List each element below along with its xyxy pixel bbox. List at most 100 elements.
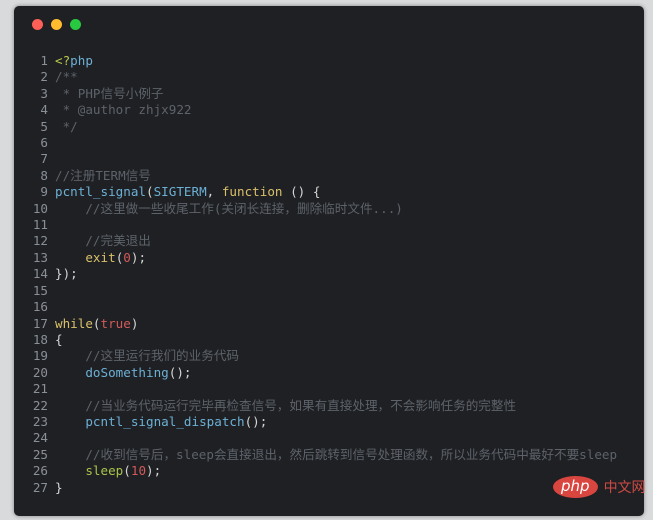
- code-line: 14});​: [28, 266, 617, 282]
- line-number: 12: [32, 233, 48, 249]
- code-token: ): [130, 315, 139, 331]
- line-number: 5: [40, 118, 48, 134]
- window-controls: [32, 19, 81, 30]
- line-number: 2: [40, 69, 48, 85]
- code-token: */: [55, 118, 78, 134]
- line-number: 11: [32, 217, 48, 233]
- code-line: 22 //当业务代码运行完毕再检查信号，如果有直接处理，不会影响任务的完整性​: [28, 398, 617, 414]
- code-line: 16​: [28, 299, 617, 315]
- code-line: 26 sleep(10);​: [28, 463, 617, 479]
- code-token: //当业务代码运行完毕再检查信号，如果有直接处理，不会影响任务的完整性: [55, 397, 517, 413]
- line-number: 3: [40, 85, 48, 101]
- line-number: 1: [40, 53, 48, 68]
- code-token: * @author zhjx922: [55, 102, 192, 118]
- code-token: exit: [85, 249, 116, 265]
- line-number: 8: [40, 167, 48, 183]
- code-line: 10 //这里做一些收尾工作(关闭长连接，删除临时文件...)​: [28, 201, 617, 217]
- code-line: 12 //完美退出​: [28, 233, 617, 249]
- code-token: ();: [168, 364, 192, 380]
- line-number: 17: [32, 315, 48, 331]
- line-number: 18: [32, 331, 48, 347]
- code-window: 1<?php​2/**​3 * PHP信号小例子​4 * @author zhj…: [14, 6, 644, 516]
- line-number: 6: [40, 135, 48, 151]
- code-token: //注册TERM信号: [55, 167, 151, 183]
- code-token: ();: [244, 413, 268, 429]
- code-line: 25 //收到信号后，sleep会直接退出，然后跳转到信号处理函数，所以业务代码…: [28, 447, 617, 463]
- line-number: 13: [32, 249, 48, 265]
- code-token: true: [100, 315, 131, 331]
- close-dot-icon[interactable]: [32, 19, 43, 30]
- line-number: 7: [40, 151, 48, 167]
- line-number: 14: [32, 266, 48, 282]
- code-token: php: [70, 53, 93, 68]
- code-token: <?: [55, 53, 71, 68]
- code-token: 0: [123, 249, 131, 265]
- code-line: 20 doSomething();​: [28, 365, 617, 381]
- code-token: 10: [130, 463, 147, 479]
- line-number: 27: [32, 479, 48, 495]
- code-token: //完美退出: [55, 233, 151, 249]
- line-number: 24: [32, 430, 48, 446]
- code-token: (: [92, 315, 101, 331]
- code-line: 5 */​: [28, 119, 617, 135]
- code-line: 6​: [28, 135, 617, 151]
- code-block: 1<?php​2/**​3 * PHP信号小例子​4 * @author zhj…: [28, 53, 617, 496]
- line-number: 16: [32, 299, 48, 315]
- code-token: doSomething: [85, 364, 169, 380]
- code-line: 18{​: [28, 332, 617, 348]
- line-number: 4: [40, 102, 48, 118]
- code-token: //收到信号后，sleep会直接退出，然后跳转到信号处理函数，所以业务代码中最好…: [55, 446, 618, 462]
- code-token: * PHP信号小例子: [55, 85, 164, 101]
- code-line: 4 * @author zhjx922​: [28, 102, 617, 118]
- line-number: 26: [32, 463, 48, 479]
- line-number: 20: [32, 364, 48, 380]
- code-token: () {: [282, 184, 321, 200]
- code-token: while: [55, 315, 93, 331]
- code-line: 24​: [28, 430, 617, 446]
- code-token: function: [221, 184, 283, 200]
- code-token: //这里运行我们的业务代码: [55, 348, 240, 364]
- code-line: 13 exit(0);​: [28, 250, 617, 266]
- code-token: /**: [55, 69, 78, 85]
- code-token: sleep: [85, 463, 124, 479]
- code-line: 9pcntl_signal(SIGTERM, function () {​: [28, 184, 617, 200]
- line-number: 10: [32, 200, 48, 216]
- line-number: 23: [32, 413, 48, 429]
- line-number: 25: [32, 446, 48, 462]
- code-token: );: [130, 249, 147, 265]
- code-token: {: [55, 331, 63, 347]
- code-line: 15​: [28, 283, 617, 299]
- maximize-dot-icon[interactable]: [70, 19, 81, 30]
- code-token: });: [55, 266, 78, 282]
- line-number: 22: [32, 397, 48, 413]
- code-line: 7​: [28, 151, 617, 167]
- line-number: 19: [32, 348, 48, 364]
- line-number: 21: [32, 381, 48, 397]
- code-line: 8//注册TERM信号​: [28, 168, 617, 184]
- code-line: 2/**​: [28, 69, 617, 85]
- code-line: 21​: [28, 381, 617, 397]
- code-line: 23 pcntl_signal_dispatch();​: [28, 414, 617, 430]
- code-line: 17while(true)​: [28, 316, 617, 332]
- line-number: 9: [40, 184, 48, 200]
- watermark: php 中文网: [553, 476, 646, 498]
- code-token: //这里做一些收尾工作(关闭长连接，删除临时文件...): [55, 200, 403, 216]
- code-token: pcntl_signal_dispatch: [85, 413, 245, 429]
- watermark-text: 中文网: [603, 480, 646, 496]
- code-token: SIGTERM: [153, 184, 207, 200]
- code-line: 1<?php​: [28, 53, 617, 69]
- code-token: ,: [206, 184, 222, 200]
- code-line: 11​: [28, 217, 617, 233]
- line-number: 15: [32, 282, 48, 298]
- code-line: 19 //这里运行我们的业务代码​: [28, 348, 617, 364]
- code-token: (: [123, 463, 131, 479]
- minimize-dot-icon[interactable]: [51, 19, 62, 30]
- code-line: 3 * PHP信号小例子​: [28, 86, 617, 102]
- code-line: 27}​: [28, 480, 617, 496]
- watermark-logo: php: [553, 476, 598, 498]
- code-token: pcntl_signal: [55, 184, 146, 200]
